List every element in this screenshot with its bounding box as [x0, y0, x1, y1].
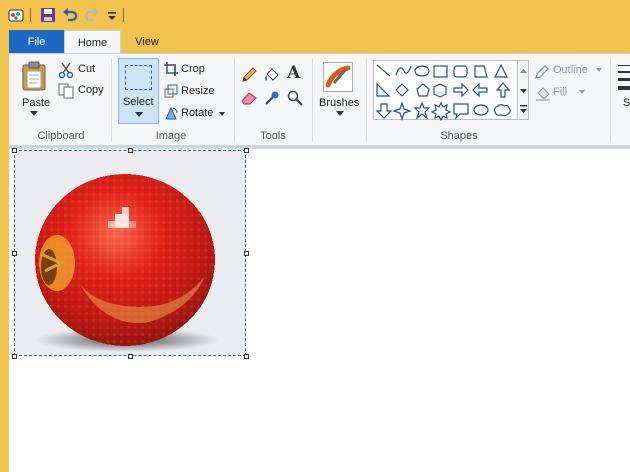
group-divider: [234, 58, 235, 142]
selection-handle-top-left[interactable]: [12, 148, 17, 153]
gallery-scroll-arrows-icon: [520, 69, 527, 113]
selection-handle-bottom-left[interactable]: [12, 354, 17, 359]
copy-icon: [58, 83, 74, 99]
window-border: [0, 146, 9, 472]
resize-button[interactable]: Resize: [181, 85, 215, 97]
tools-group-label: Tools: [260, 130, 286, 142]
chevron-down-icon[interactable]: [596, 68, 602, 72]
outline-icon: [535, 65, 549, 79]
cut-icon: [58, 62, 74, 78]
cut-button[interactable]: Cut: [78, 63, 95, 75]
image-group-label: Image: [155, 130, 187, 142]
select-rectangle-icon: [125, 65, 152, 90]
size-lines-icon[interactable]: [618, 62, 630, 92]
redo-icon[interactable]: [84, 7, 100, 23]
shapes-group-label: Shapes: [440, 130, 478, 142]
brushes-icon[interactable]: [323, 62, 353, 92]
paste-button[interactable]: Paste: [22, 97, 50, 109]
crop-icon: [164, 62, 178, 76]
selection-handle-top-right[interactable]: [244, 148, 249, 153]
chevron-down-icon[interactable]: [579, 90, 585, 94]
group-divider: [366, 58, 367, 142]
size-label-partial: S: [623, 97, 630, 109]
tab-home[interactable]: Home: [64, 30, 121, 54]
chevron-down-icon[interactable]: [336, 111, 344, 116]
brushes-button[interactable]: Brushes: [319, 97, 359, 109]
save-icon[interactable]: [40, 7, 56, 23]
chevron-down-icon[interactable]: [30, 111, 38, 116]
select-button[interactable]: Select: [118, 58, 159, 124]
fill-button[interactable]: Fill: [553, 86, 567, 98]
paste-icon[interactable]: [21, 61, 47, 91]
selection-handle-bottom-right[interactable]: [244, 354, 249, 359]
selection-handle-right[interactable]: [244, 251, 249, 256]
tab-file[interactable]: File: [9, 30, 64, 54]
color-picker-icon[interactable]: [264, 90, 280, 106]
crop-button[interactable]: Crop: [181, 63, 205, 75]
clipboard-group-label: Clipboard: [37, 130, 85, 142]
fill-icon: [536, 87, 550, 101]
rotate-icon: [165, 106, 178, 120]
fill-bucket-icon[interactable]: [264, 66, 280, 83]
shapes-gallery[interactable]: [373, 60, 518, 122]
ribbon-tabs: File Home View: [0, 30, 630, 54]
pencil-icon[interactable]: [241, 67, 257, 83]
shapes-gallery-scroll[interactable]: [518, 60, 529, 120]
outline-button[interactable]: Outline: [553, 64, 588, 76]
chevron-down-icon[interactable]: [219, 112, 225, 116]
shapes-gallery-icons: [375, 63, 511, 122]
app-menu-icon[interactable]: [8, 7, 24, 23]
title-bar: [0, 0, 630, 30]
qat-separator: [123, 8, 124, 22]
copy-button[interactable]: Copy: [78, 84, 104, 96]
selection-handle-left[interactable]: [12, 251, 17, 256]
group-divider: [610, 58, 611, 142]
resize-icon: [164, 84, 178, 98]
group-divider: [312, 58, 313, 142]
eraser-icon[interactable]: [241, 91, 257, 105]
selection-handle-bottom[interactable]: [128, 354, 133, 359]
selection-box[interactable]: [14, 150, 246, 356]
undo-icon[interactable]: [62, 7, 78, 23]
text-tool-icon[interactable]: A: [287, 63, 300, 83]
brush-stroke-icon: [325, 65, 351, 88]
group-divider: [111, 58, 112, 142]
select-label: Select: [123, 96, 154, 108]
rotate-button[interactable]: Rotate: [181, 107, 213, 119]
chevron-down-icon[interactable]: [135, 112, 143, 117]
selection-handle-top[interactable]: [128, 148, 133, 153]
qat-separator: [30, 8, 31, 22]
tab-view[interactable]: View: [121, 30, 173, 54]
ribbon: Paste Cut Copy Clipboard Select Crop Res…: [9, 53, 630, 146]
magnifier-icon[interactable]: [287, 90, 303, 106]
customize-qat-icon[interactable]: [104, 7, 120, 23]
